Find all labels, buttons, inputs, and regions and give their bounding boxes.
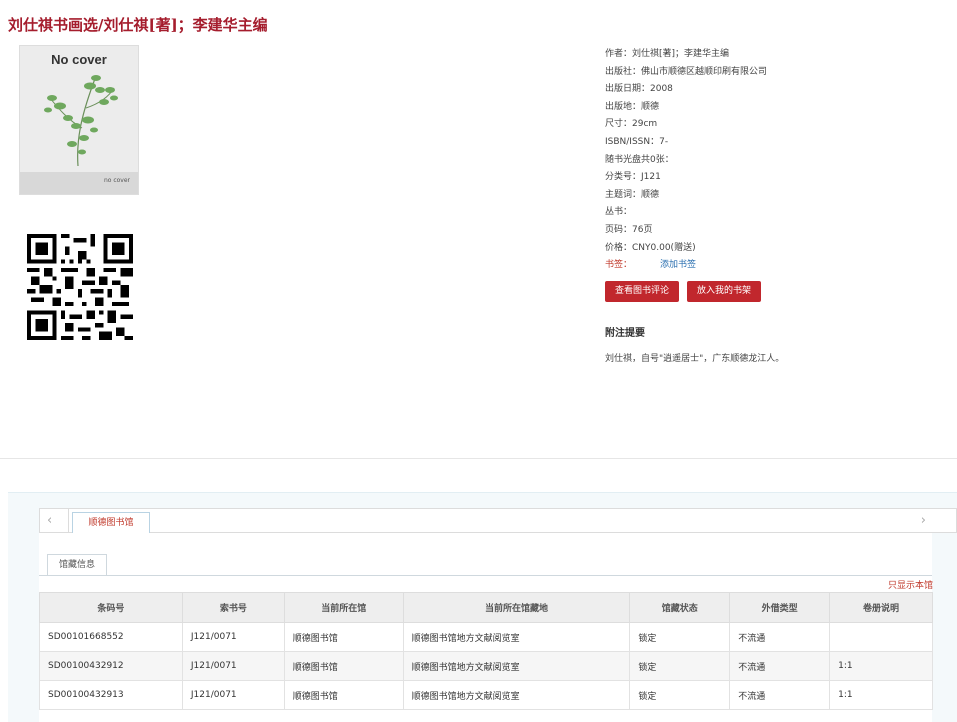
tab-library[interactable]: 顺德图书馆: [72, 512, 150, 534]
cover-title: No cover: [51, 52, 107, 67]
col-library-header[interactable]: 当前所在馆: [283, 592, 404, 623]
col-location-header[interactable]: 当前所在馆藏地: [402, 592, 631, 623]
only-this-library-link[interactable]: 只显示本馆: [888, 578, 933, 591]
meta-publisher: 出版社：佛山市顺德区越顺印刷有限公司: [605, 66, 768, 77]
meta-author: 作者：刘仕祺[著]；李建华主编: [605, 49, 730, 59]
cell-barcode: SD00101668552: [39, 622, 183, 652]
add-bookmark-link[interactable]: 添加书签: [660, 260, 696, 270]
cell-status: 锁定: [629, 651, 731, 681]
meta-disc: 随书光盘共0张：: [605, 154, 674, 165]
meta-isbn: ISBN/ISSN：7-: [605, 136, 669, 147]
note-text: 刘仕祺，自号"逍遥居士"，广东顺德龙江人。: [605, 353, 785, 364]
cell-status: 锁定: [629, 680, 731, 710]
table-row: SD00101668552 J121/0071 顺德图书馆 顺德图书馆地方文献阅…: [39, 622, 933, 652]
subtab-underline: [39, 575, 932, 576]
cell-loantype: 不流通: [729, 680, 831, 710]
cell-location: 顺德图书馆地方文献阅览室: [402, 622, 631, 652]
cell-volume: 1:1: [829, 680, 933, 710]
cell-library: 顺德图书馆: [283, 680, 404, 710]
plant-illustration-icon: [44, 75, 118, 167]
meta-pages: 页码：76页: [605, 224, 653, 235]
holdings-table: 条码号 索书号 当前所在馆 当前所在馆藏地 馆藏状态 外借类型 卷册说明 SD0…: [39, 592, 933, 710]
table-row: SD00100432912 J121/0071 顺德图书馆 顺德图书馆地方文献阅…: [39, 651, 933, 681]
tab-bar-separator: [68, 509, 69, 532]
col-volume-header[interactable]: 卷册说明: [829, 592, 933, 623]
meta-classno: 分类号：J121: [605, 172, 661, 183]
tab-holdings-info[interactable]: 馆藏信息: [47, 554, 107, 575]
cell-status: 锁定: [629, 622, 731, 652]
cell-volume: [829, 622, 933, 652]
qr-code-icon: [27, 234, 133, 340]
cell-volume: 1:1: [829, 651, 933, 681]
book-metadata: 作者：刘仕祺[著]；李建华主编 出版社：佛山市顺德区越顺印刷有限公司 出版日期：…: [605, 46, 945, 364]
meta-bookmark: 书签： 添加书签: [605, 257, 945, 275]
table-row: SD00100432913 J121/0071 顺德图书馆 顺德图书馆地方文献阅…: [39, 680, 933, 710]
meta-subject: 主题词：顺德: [605, 189, 660, 200]
col-status-header[interactable]: 馆藏状态: [629, 592, 731, 623]
bookmark-label: 书签：: [605, 260, 633, 271]
col-loantype-header[interactable]: 外借类型: [729, 592, 831, 623]
meta-series: 丛书：: [605, 207, 633, 218]
cell-callno: J121/0071: [181, 651, 285, 681]
page-title: 刘仕祺书画选/刘仕祺[著]；李建华主编: [8, 16, 268, 34]
view-reviews-button[interactable]: 查看图书评论: [605, 280, 680, 302]
meta-pubplace: 出版地：顺德: [605, 101, 660, 112]
section-divider: [0, 458, 957, 459]
book-cover-image: No cover no cover: [19, 45, 139, 195]
cell-library: 顺德图书馆: [283, 622, 404, 652]
note-heading: 附注提要: [605, 327, 645, 339]
cover-footer: no cover: [20, 172, 138, 194]
library-tab-bar: ‹ ›: [39, 508, 957, 533]
cell-callno: J121/0071: [181, 680, 285, 710]
cell-location: 顺德图书馆地方文献阅览室: [402, 680, 631, 710]
add-to-shelf-button[interactable]: 放入我的书架: [687, 280, 762, 302]
col-callno-header[interactable]: 索书号: [181, 592, 285, 623]
table-header-row: 条码号 索书号 当前所在馆 当前所在馆藏地 馆藏状态 外借类型 卷册说明: [39, 592, 933, 623]
cell-library: 顺德图书馆: [283, 651, 404, 681]
scroll-left-icon[interactable]: ‹: [47, 513, 52, 528]
cover-footer-text: no cover: [103, 177, 130, 184]
cell-loantype: 不流通: [729, 651, 831, 681]
cell-barcode: SD00100432912: [39, 651, 183, 681]
col-barcode-header[interactable]: 条码号: [39, 592, 183, 623]
action-buttons: 查看图书评论 放入我的书架: [605, 280, 945, 302]
cell-loantype: 不流通: [729, 622, 831, 652]
meta-size: 尺寸：29cm: [605, 119, 658, 130]
cell-callno: J121/0071: [181, 622, 285, 652]
cell-location: 顺德图书馆地方文献阅览室: [402, 651, 631, 681]
meta-price: 价格：CNY0.00(赠送): [605, 242, 696, 253]
meta-pubdate: 出版日期：2008: [605, 84, 673, 95]
scroll-right-icon[interactable]: ›: [921, 513, 926, 528]
cell-barcode: SD00100432913: [39, 680, 183, 710]
